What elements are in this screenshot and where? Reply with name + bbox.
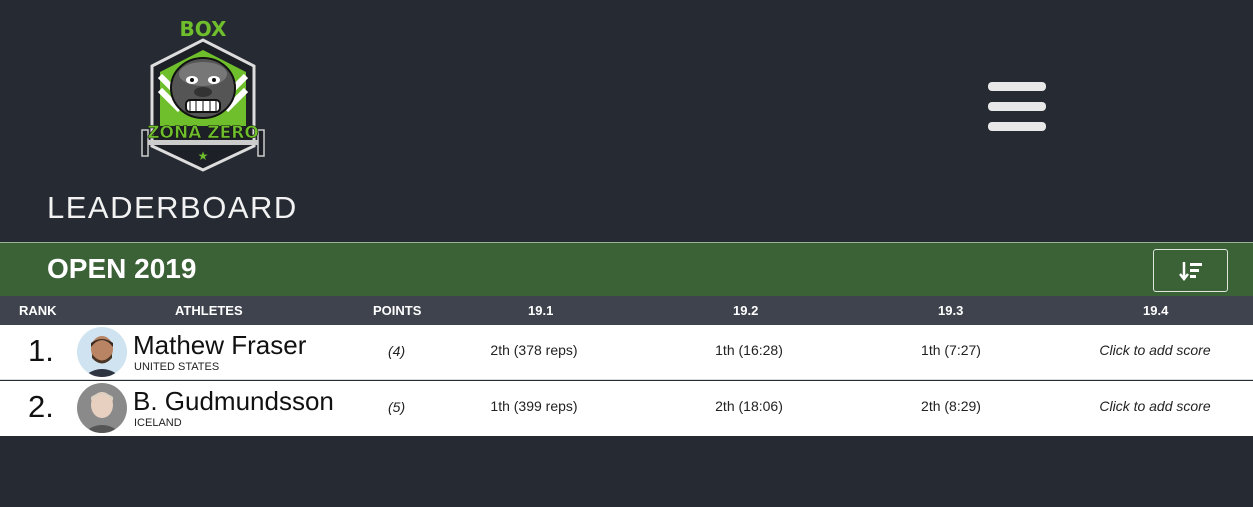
column-points[interactable]: POINTS — [373, 303, 421, 318]
competition-bar: OPEN 2019 — [0, 242, 1253, 296]
column-rank[interactable]: RANK — [19, 303, 57, 318]
score-19-3: 1th (7:27) — [921, 342, 981, 358]
svg-text:ZONA ZERO: ZONA ZERO — [147, 123, 259, 143]
avatar — [77, 383, 127, 433]
sort-descending-icon — [1178, 261, 1202, 281]
hamburger-line — [988, 122, 1046, 131]
score-19-3: 2th (8:29) — [921, 398, 981, 414]
svg-text:★: ★ — [198, 149, 209, 163]
score-19-1: 1th (399 reps) — [490, 398, 578, 414]
athlete-name[interactable]: B. Gudmundsson — [133, 386, 334, 417]
score-19-2: 2th (18:06) — [715, 398, 783, 414]
score-19-2: 1th (16:28) — [715, 342, 783, 358]
column-athletes[interactable]: ATHLETES — [175, 303, 243, 318]
column-19-4[interactable]: 19.4 — [1143, 303, 1168, 318]
hamburger-icon[interactable] — [988, 82, 1048, 138]
athlete-name[interactable]: Mathew Fraser — [133, 330, 306, 361]
hamburger-line — [988, 82, 1046, 91]
leaderboard-column-header: RANK ATHLETES POINTS 19.1 19.2 19.3 19.4 — [0, 296, 1253, 325]
points-value: (4) — [388, 343, 406, 359]
rank-value: 2. — [28, 389, 54, 424]
table-row[interactable]: 1. Mathew Fraser UNITED STATES (4) 2th (… — [0, 325, 1253, 380]
table-row[interactable]: 2. B. Gudmundsson ICELAND (5) 1th (399 r… — [0, 381, 1253, 436]
competition-title: OPEN 2019 — [47, 253, 197, 284]
sort-button[interactable] — [1153, 249, 1228, 292]
avatar — [77, 327, 127, 377]
add-score-button[interactable]: Click to add score — [1065, 398, 1245, 414]
page-title: LEADERBOARD — [47, 190, 298, 225]
column-19-1[interactable]: 19.1 — [528, 303, 553, 318]
points-value: (5) — [388, 399, 406, 415]
score-19-1: 2th (378 reps) — [490, 342, 578, 358]
add-score-button[interactable]: Click to add score — [1065, 342, 1245, 358]
rank-value: 1. — [28, 333, 54, 368]
hamburger-line — [988, 102, 1046, 111]
box-zona-zero-logo[interactable]: BOX ZONA ZERO ★ — [138, 14, 268, 174]
column-19-3[interactable]: 19.3 — [938, 303, 963, 318]
athlete-country: UNITED STATES — [134, 361, 220, 373]
athlete-country: ICELAND — [134, 417, 182, 429]
site-header: BOX ZONA ZERO ★ LEADERBOARD — [0, 0, 1253, 242]
column-19-2[interactable]: 19.2 — [733, 303, 758, 318]
svg-text:BOX: BOX — [180, 17, 228, 41]
